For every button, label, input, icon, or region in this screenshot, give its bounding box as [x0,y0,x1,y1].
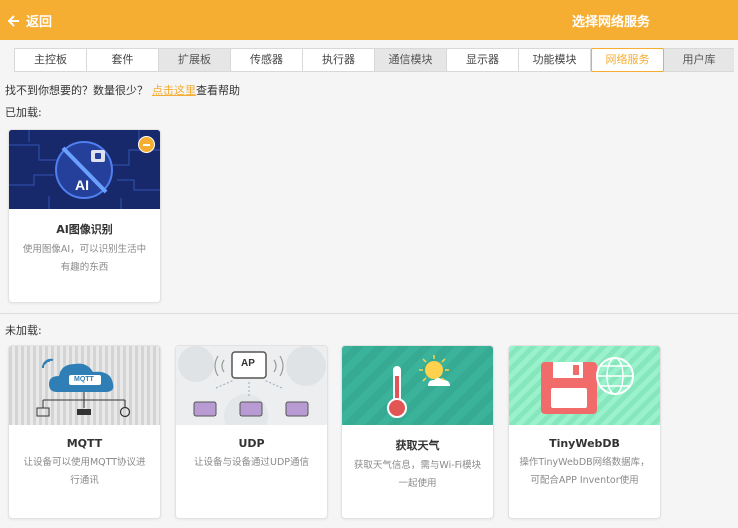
help-line: 找不到你想要的？数量很少？ 点击这里查看帮助 [5,82,240,98]
back-label: 返回 [26,15,53,30]
card-title: 获取天气 [395,439,440,452]
card-description: 让设备可以使用MQTT协议进行通讯 [23,457,146,486]
mqtt-cloud-image [36,358,131,418]
thermometer-icon [387,355,450,418]
help-suffix: 查看帮助 [196,84,240,97]
card-description: 使用图像AI，可以识别生活中有趣的东西 [22,244,147,273]
extension-card-weather[interactable]: 获取天气 获取天气信息，需与Wi-Fi模块一起使用 [341,345,494,519]
tab-expansion-board[interactable]: 扩展板 [159,49,231,71]
tab-kit[interactable]: 套件 [87,49,159,71]
weather-thumbnail [342,346,493,425]
back-button[interactable]: 返回 [8,11,52,30]
tinywebdb-thumbnail [509,346,660,425]
help-text: 找不到你想要的？数量很少？ [5,84,148,97]
card-title: AI图像识别 [56,223,113,236]
loaded-section-label: 已加载: [5,106,42,119]
tab-network-service[interactable]: 网络服务 [591,48,664,72]
category-tabs: 主控板 套件 扩展板 传感器 执行器 通信模块 显示器 功能模块 网络服务 用户… [14,48,734,72]
page-title: 选择网络服务 [571,15,650,30]
unload-button[interactable] [138,136,155,153]
card-title: TinyWebDB [549,437,620,450]
tab-display[interactable]: 显示器 [447,49,519,71]
tab-sensor[interactable]: 传感器 [231,49,303,71]
extension-card-udp[interactable]: AP UDP 让设备与设备通过UDP通信 [175,345,328,519]
card-description: 获取天气信息，需与Wi-Fi模块一起使用 [353,460,482,489]
help-link[interactable]: 点击这里 [152,84,196,97]
ai-thumbnail: AI [9,130,160,209]
section-divider [0,313,738,314]
unloaded-section-label: 未加载: [5,324,42,337]
database-globe-icon [541,357,634,414]
card-description: 操作TinyWebDB网络数据库，可配合APP Inventor使用 [519,457,650,486]
ai-thumb-text: AI [75,177,89,193]
udp-thumbnail: AP [176,346,327,425]
tab-function[interactable]: 功能模块 [519,49,591,71]
tab-communication[interactable]: 通信模块 [375,49,447,71]
extension-card-mqtt[interactable]: MQTT MQTT 让设备可以使用MQTT协议进行通讯 [8,345,161,519]
mqtt-thumbnail: MQTT [9,346,160,425]
card-title: MQTT [66,437,103,450]
udp-thumb-text: AP [241,358,255,369]
extension-card-tinywebdb[interactable]: TinyWebDB 操作TinyWebDB网络数据库，可配合APP Invent… [508,345,661,519]
tab-actuator[interactable]: 执行器 [303,49,375,71]
back-arrow-icon [8,14,19,27]
card-title: UDP [238,437,265,450]
extension-card-ai[interactable]: AI AI图像识别 使用图像AI，可以识别生活中有趣的东西 [8,129,161,303]
card-description: 让设备与设备通过UDP通信 [194,457,309,468]
tab-mainboard[interactable]: 主控板 [15,49,87,71]
tab-user-library[interactable]: 用户库 [664,49,734,71]
header-bar: 返回 选择网络服务 [0,0,738,40]
mqtt-thumb-text: MQTT [74,376,94,383]
